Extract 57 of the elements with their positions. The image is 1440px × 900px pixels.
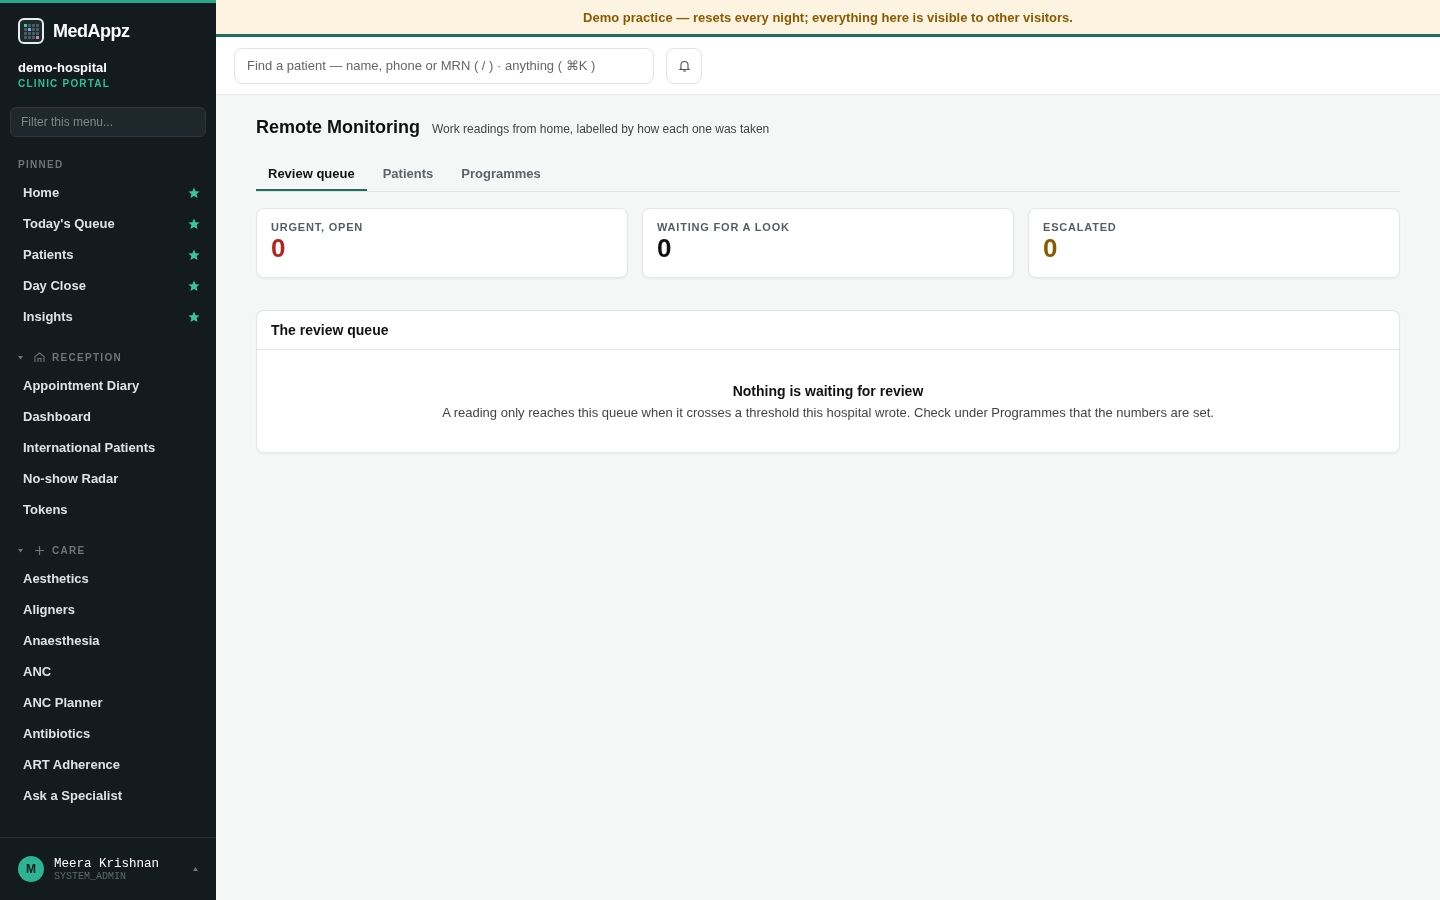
caret-icon[interactable] xyxy=(18,547,23,553)
star-icon xyxy=(188,279,200,292)
sidebar-item[interactable]: ART Adherence xyxy=(0,749,216,780)
empty-state-title: Nothing is waiting for review xyxy=(731,383,925,399)
stat-label: WAITING FOR A LOOK xyxy=(657,221,791,233)
stat-value: 0 xyxy=(271,233,287,263)
page-subtitle: Work readings from home, labelled by how each one was taken xyxy=(432,122,770,136)
demo-banner: Demo practice — resets every night; everything here is visible to other visitors. xyxy=(216,0,1440,37)
star-icon xyxy=(188,186,200,199)
caret-icon[interactable] xyxy=(18,354,23,360)
sidebar-item[interactable]: Aesthetics xyxy=(0,563,216,594)
tab[interactable]: Review queue xyxy=(256,158,367,191)
notifications-button[interactable] xyxy=(666,47,702,84)
star-icon xyxy=(188,248,200,261)
search-field[interactable]: Find a patient — name, phone or MRN ( / ) · anything ( ⌘K ) xyxy=(234,47,654,84)
sidebar-item[interactable]: Anaesthesia xyxy=(0,625,216,656)
sidebar-item[interactable]: ANC Planner xyxy=(0,687,216,718)
section-label: PINNED xyxy=(18,158,64,170)
page-title: Remote Monitoring xyxy=(256,117,420,138)
user-name: Meera Krishnan xyxy=(54,856,161,871)
user-role: SYSTEM_ADMIN xyxy=(54,870,127,882)
stat-value: 0 xyxy=(1043,233,1059,263)
caret-icon[interactable] xyxy=(193,867,198,871)
home-icon xyxy=(34,351,45,363)
user-avatar: M xyxy=(18,856,44,882)
star-icon xyxy=(188,217,200,230)
sidebar-item[interactable]: Ask a Specialist xyxy=(0,780,216,811)
stat-label: ESCALATED xyxy=(1043,221,1118,233)
sidebar-item[interactable]: Aligners xyxy=(0,594,216,625)
app-logo-icon xyxy=(18,18,44,44)
menu-filter-field[interactable]: Filter this menu... xyxy=(10,107,206,137)
sidebar-item[interactable]: Day Close xyxy=(0,270,216,301)
app-name: MedAppz xyxy=(53,20,130,42)
sidebar-item[interactable]: Tokens xyxy=(0,494,216,525)
stat-label: URGENT, OPEN xyxy=(271,221,365,233)
empty-state-text: A reading only reaches this queue when it crosses a threshold this hospital wrote. Check under Programmes that the numbers are set. xyxy=(441,405,1215,420)
sidebar-item[interactable]: Antibiotics xyxy=(0,718,216,749)
sidebar-item[interactable]: Home xyxy=(0,177,216,208)
sidebar-item[interactable]: Today's Queue xyxy=(0,208,216,239)
sidebar-item[interactable]: No-show Radar xyxy=(0,463,216,494)
organization-name: demo-hospital xyxy=(17,59,108,75)
sidebar-item[interactable]: Dashboard xyxy=(0,401,216,432)
portal-label: CLINIC PORTAL xyxy=(17,77,112,89)
sidebar-item[interactable]: Patients xyxy=(0,239,216,270)
tab[interactable]: Patients xyxy=(370,158,446,191)
section-label[interactable]: CARE xyxy=(52,544,86,556)
bell-icon xyxy=(677,59,691,72)
sidebar-item[interactable]: ANC xyxy=(0,656,216,687)
plus-icon xyxy=(34,544,45,556)
panel-title: The review queue xyxy=(257,311,1399,350)
star-icon xyxy=(188,310,200,323)
stat-value: 0 xyxy=(657,233,673,263)
sidebar-item[interactable]: Appointment Diary xyxy=(0,370,216,401)
sidebar-item[interactable]: International Patients xyxy=(0,432,216,463)
sidebar-item[interactable]: Insights xyxy=(0,301,216,332)
tab[interactable]: Programmes xyxy=(449,158,553,191)
section-label[interactable]: RECEPTION xyxy=(52,351,123,363)
